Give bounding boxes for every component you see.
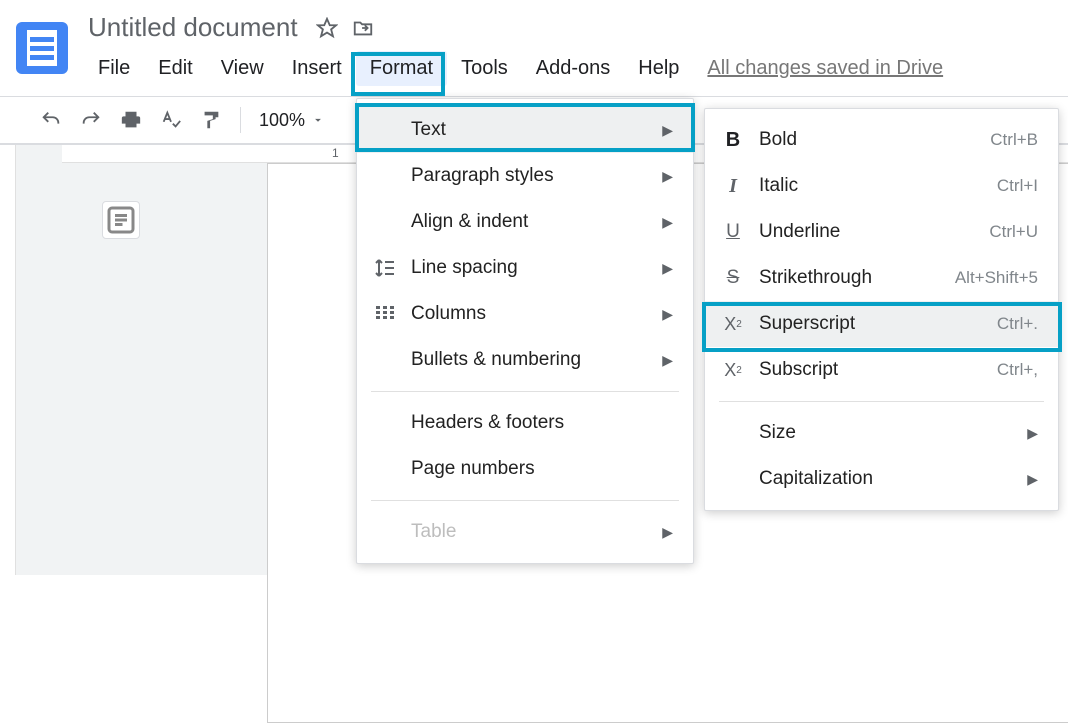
format-line-spacing[interactable]: Line spacing ▶ [357, 245, 693, 291]
format-table-label: Table [411, 521, 648, 543]
format-paragraph-styles[interactable]: Paragraph styles ▶ [357, 153, 693, 199]
menu-addons[interactable]: Add-ons [522, 51, 625, 86]
chevron-right-icon: ▶ [662, 352, 673, 369]
format-paragraph-label: Paragraph styles [411, 165, 648, 187]
zoom-select[interactable]: 100% [259, 110, 325, 131]
text-underline-short: Ctrl+U [989, 222, 1038, 242]
text-strike-label: Strikethrough [759, 267, 941, 289]
format-bullets-numbering[interactable]: Bullets & numbering ▶ [357, 337, 693, 383]
menu-insert[interactable]: Insert [278, 51, 356, 86]
italic-icon: I [721, 174, 745, 198]
format-text[interactable]: Text ▶ [357, 107, 693, 153]
spellcheck-icon[interactable] [160, 109, 182, 131]
document-title[interactable]: Untitled document [84, 10, 302, 45]
menu-view[interactable]: View [207, 51, 278, 86]
redo-icon[interactable] [80, 109, 102, 131]
chevron-right-icon: ▶ [662, 260, 673, 277]
paint-format-icon[interactable] [200, 109, 222, 131]
format-text-label: Text [411, 119, 648, 141]
undo-icon[interactable] [40, 109, 62, 131]
ruler-mark: 1 [332, 146, 339, 160]
text-subscript-short: Ctrl+, [997, 360, 1038, 380]
text-submenu: B Bold Ctrl+B I Italic Ctrl+I U Underlin… [704, 108, 1059, 511]
format-menu: Text ▶ Paragraph styles ▶ Align & indent… [356, 98, 694, 564]
chevron-right-icon: ▶ [662, 524, 673, 541]
menu-edit[interactable]: Edit [144, 51, 206, 86]
format-line-spacing-label: Line spacing [411, 257, 648, 279]
chevron-right-icon: ▶ [1027, 471, 1038, 488]
menu-help[interactable]: Help [624, 51, 693, 86]
subscript-icon: X2 [721, 358, 745, 382]
zoom-value: 100% [259, 110, 305, 131]
menu-tools[interactable]: Tools [447, 51, 522, 86]
text-subscript-label: Subscript [759, 359, 983, 381]
text-size[interactable]: Size ▶ [705, 410, 1058, 456]
format-align-label: Align & indent [411, 211, 648, 233]
format-columns-label: Columns [411, 303, 648, 325]
text-underline[interactable]: U Underline Ctrl+U [705, 209, 1058, 255]
superscript-icon: X2 [721, 312, 745, 336]
text-superscript-label: Superscript [759, 313, 983, 335]
format-columns[interactable]: Columns ▶ [357, 291, 693, 337]
text-italic-label: Italic [759, 175, 983, 197]
chevron-right-icon: ▶ [1027, 425, 1038, 442]
chevron-right-icon: ▶ [662, 168, 673, 185]
text-bold-label: Bold [759, 129, 976, 151]
text-capitalization-label: Capitalization [759, 468, 1013, 490]
text-superscript-short: Ctrl+. [997, 314, 1038, 334]
text-italic-short: Ctrl+I [997, 176, 1038, 196]
print-icon[interactable] [120, 109, 142, 131]
text-superscript[interactable]: X2 Superscript Ctrl+. [705, 301, 1058, 347]
underline-icon: U [721, 220, 745, 244]
menubar: File Edit View Insert Format Tools Add-o… [84, 45, 943, 86]
text-italic[interactable]: I Italic Ctrl+I [705, 163, 1058, 209]
columns-icon [373, 302, 397, 326]
move-folder-icon[interactable] [352, 17, 374, 39]
vertical-ruler [0, 145, 16, 575]
format-headers-footers[interactable]: Headers & footers [357, 400, 693, 446]
format-align-indent[interactable]: Align & indent ▶ [357, 199, 693, 245]
text-bold[interactable]: B Bold Ctrl+B [705, 117, 1058, 163]
menu-file[interactable]: File [84, 51, 144, 86]
outline-toggle[interactable] [102, 201, 140, 239]
menu-format[interactable]: Format [356, 51, 447, 86]
chevron-right-icon: ▶ [662, 306, 673, 323]
text-underline-label: Underline [759, 221, 975, 243]
format-bullets-label: Bullets & numbering [411, 349, 648, 371]
line-spacing-icon [373, 256, 397, 280]
text-subscript[interactable]: X2 Subscript Ctrl+, [705, 347, 1058, 393]
text-strikethrough[interactable]: S Strikethrough Alt+Shift+5 [705, 255, 1058, 301]
chevron-right-icon: ▶ [662, 122, 673, 139]
format-headers-label: Headers & footers [411, 412, 673, 434]
text-bold-short: Ctrl+B [990, 130, 1038, 150]
text-strike-short: Alt+Shift+5 [955, 268, 1038, 288]
chevron-right-icon: ▶ [662, 214, 673, 231]
strikethrough-icon: S [721, 266, 745, 290]
star-icon[interactable] [316, 17, 338, 39]
format-page-numbers-label: Page numbers [411, 458, 673, 480]
format-table: Table ▶ [357, 509, 693, 555]
bold-icon: B [721, 128, 745, 152]
save-status[interactable]: All changes saved in Drive [707, 57, 943, 80]
format-page-numbers[interactable]: Page numbers [357, 446, 693, 492]
text-capitalization[interactable]: Capitalization ▶ [705, 456, 1058, 502]
docs-logo[interactable] [16, 22, 68, 74]
text-size-label: Size [759, 422, 1013, 444]
